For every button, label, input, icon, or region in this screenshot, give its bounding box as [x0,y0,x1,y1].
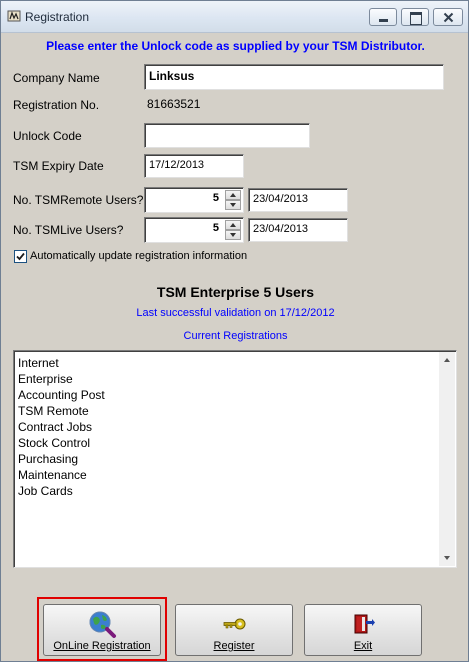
company-name-value: Linksus [149,69,195,83]
list-item[interactable]: Enterprise [18,371,438,387]
remote-users-label: No. TSMRemote Users? [13,193,144,207]
edition-heading: TSM Enterprise 5 Users [156,284,315,300]
scroll-down-arrow-icon[interactable] [439,550,455,566]
globe-magnifier-icon [89,611,116,638]
window-title: Registration [25,10,90,24]
vertical-scrollbar[interactable] [439,352,455,566]
unlock-code-label: Unlock Code [13,129,82,143]
online-registration-button[interactable]: OnLine Registration [43,604,161,656]
instruction-text: Please enter the Unlock code as supplied… [46,39,425,53]
exit-label: Exit [353,640,373,652]
exit-door-icon [354,614,375,634]
live-users-spin-arrows [225,220,241,240]
auto-update-label: Automatically update registration inform… [30,250,248,262]
company-name-label: Company Name [13,71,100,85]
auto-update-checkbox[interactable] [14,250,27,263]
list-item[interactable]: Stock Control [18,435,438,451]
remote-users-stepper[interactable]: 5 [144,187,244,213]
exit-button[interactable]: Exit [304,604,422,656]
list-item[interactable]: TSM Remote [18,403,438,419]
registration-no-value: 81663521 [147,97,201,111]
live-users-label: No. TSMLive Users? [13,223,124,237]
live-users-stepper[interactable]: 5 [144,217,244,243]
list-item[interactable]: Job Cards [18,483,438,499]
remote-users-down-button[interactable] [225,200,241,210]
online-registration-label: OnLine Registration [53,640,151,652]
registration-no-label: Registration No. [13,98,100,112]
live-users-date-value: 23/04/2013 [253,223,309,235]
scroll-up-arrow-icon[interactable] [439,352,455,368]
list-item[interactable]: Accounting Post [18,387,438,403]
registration-window: Registration Please enter the Unlock cod… [0,0,469,662]
registrations-list[interactable]: Internet Enterprise Accounting Post TSM Rem… [13,350,457,568]
live-users-date-field[interactable]: 23/04/2013 [248,218,348,242]
live-users-down-button[interactable] [225,230,241,240]
register-label: Register [213,640,255,652]
company-name-field[interactable]: Linksus [144,64,444,90]
live-users-count: 5 [212,222,219,234]
minimize-button[interactable] [369,8,397,26]
list-item[interactable]: Contract Jobs [18,419,438,435]
maximize-button[interactable] [401,8,429,26]
expiry-date-value: 17/12/2013 [149,159,205,171]
expiry-date-label: TSM Expiry Date [13,159,104,173]
remote-users-date-value: 23/04/2013 [253,193,309,205]
close-icon [443,12,454,23]
list-item[interactable]: Maintenance [18,467,438,483]
close-button[interactable] [433,8,463,26]
remote-users-count: 5 [212,192,219,204]
registrations-list-items: Internet Enterprise Accounting Post TSM Rem… [18,355,438,499]
current-registrations-label: Current Registrations [183,330,288,342]
title-bar[interactable]: Registration [1,1,468,33]
expiry-date-field[interactable]: 17/12/2013 [144,154,244,178]
remote-users-up-button[interactable] [225,190,241,200]
key-icon [223,618,246,630]
checkmark-icon [16,252,25,261]
register-button[interactable]: Register [175,604,293,656]
remote-users-spin-arrows [225,190,241,210]
app-icon [7,10,21,22]
list-item[interactable]: Purchasing [18,451,438,467]
unlock-code-input[interactable] [144,123,310,148]
list-item[interactable]: Internet [18,355,438,371]
last-validation-text: Last successful validation on 17/12/2012 [136,307,335,319]
remote-users-date-field[interactable]: 23/04/2013 [248,188,348,212]
live-users-up-button[interactable] [225,220,241,230]
